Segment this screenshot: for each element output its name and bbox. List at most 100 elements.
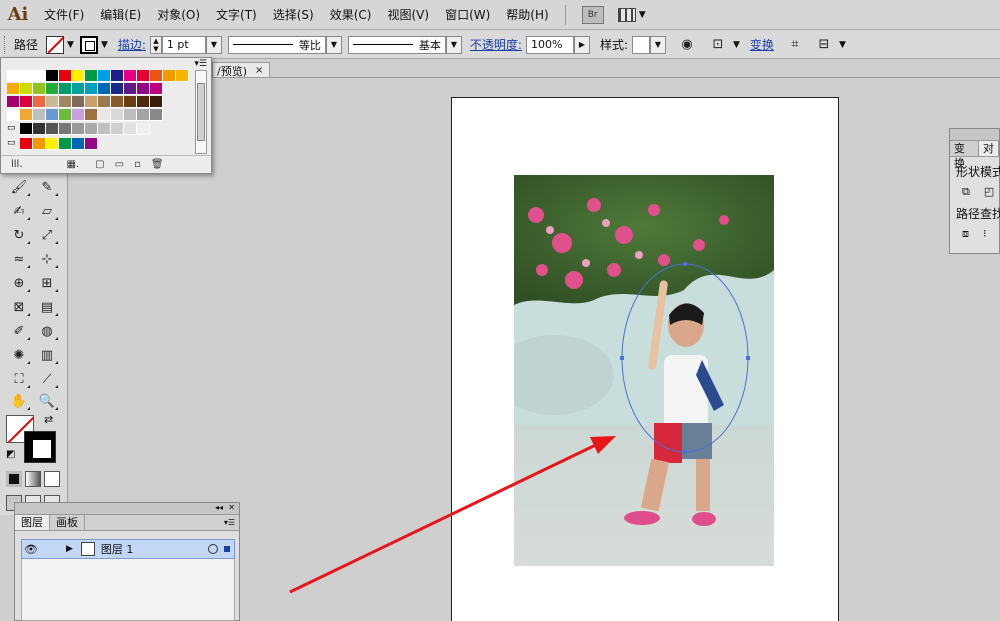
color-swatch[interactable] [98,83,111,95]
color-swatch[interactable] [124,96,137,108]
color-swatch[interactable] [150,70,163,82]
stroke-weight-dropdown[interactable]: ▼ [205,35,222,54]
free-transform-tool-icon[interactable]: ⊹ [36,249,58,269]
color-swatch[interactable] [59,96,72,108]
color-swatch[interactable] [33,96,46,108]
blend-tool-icon[interactable]: ◍ [36,321,58,341]
color-swatch[interactable] [7,83,20,95]
stroke-weight-input[interactable]: 1 pt [161,35,206,54]
brush-definition[interactable]: 基本 [347,35,446,54]
color-swatch[interactable] [46,70,59,82]
color-swatch[interactable] [85,70,98,82]
registration-swatch[interactable] [20,70,33,82]
color-swatch[interactable] [124,70,137,82]
color-swatch[interactable] [137,70,150,82]
layer-row[interactable]: 👁 ▶ 图层 1 [21,539,235,559]
color-swatch[interactable] [98,96,111,108]
color-swatch[interactable] [20,123,33,135]
color-swatch[interactable] [72,96,85,108]
color-swatch[interactable] [72,138,85,150]
tab-align[interactable]: 对 [979,141,999,156]
swatches-scrollbar[interactable] [195,70,207,154]
color-swatch[interactable] [150,83,163,95]
close-icon[interactable]: × [255,65,263,76]
color-swatch[interactable] [59,123,72,135]
swatch-options-icon[interactable]: ▢ [95,159,104,170]
stroke-link[interactable]: 描边: [118,36,146,53]
swap-fill-stroke-icon[interactable]: ⇄ [44,413,53,426]
menu-type[interactable]: 文字(T) [208,0,265,30]
panel-title-bar[interactable]: ◂◂ ✕ [15,503,239,515]
color-swatch[interactable] [85,96,98,108]
divide-icon[interactable]: ⧈ [962,227,969,241]
expand-triangle-icon[interactable]: ▶ [66,544,73,554]
color-swatch[interactable] [72,70,85,82]
scale-tool-icon[interactable]: ⤢ [36,225,58,245]
rotate-tool-icon[interactable]: ↻ [8,225,30,245]
stroke-swatch[interactable] [79,35,98,54]
zoom-tool-icon[interactable]: 🔍 [36,391,58,411]
color-swatch[interactable] [59,70,72,82]
menu-view[interactable]: 视图(V) [379,0,437,30]
isolate-selection-icon[interactable]: ⌗ [786,36,804,54]
show-swatch-kinds-icon[interactable]: ▦. [67,159,80,170]
color-swatch[interactable] [59,83,72,95]
default-colors-icon[interactable]: ◩ [6,449,15,460]
collapse-icon[interactable]: ◂◂ [215,503,223,512]
color-swatch[interactable] [176,70,189,82]
stroke-dropdown-icon[interactable]: ▼ [101,40,108,50]
color-swatch[interactable] [124,83,137,95]
color-swatch[interactable] [111,109,124,121]
color-swatch[interactable] [137,96,150,108]
color-swatch[interactable] [46,109,59,121]
new-swatch-icon[interactable]: ▫ [134,159,141,170]
color-swatch[interactable] [46,96,59,108]
color-swatch[interactable] [46,123,59,135]
arrange-documents-button[interactable]: ▼ [617,7,646,22]
opacity-input[interactable]: 100% [525,35,574,54]
menu-window[interactable]: 窗口(W) [437,0,498,30]
unite-icon[interactable]: ⧉ [962,185,970,199]
perspective-grid-tool-icon[interactable]: ⊞ [36,273,58,293]
swatch-libraries-icon[interactable]: lll. [11,159,23,170]
symbol-sprayer-tool-icon[interactable]: ✺ [8,345,30,365]
color-swatch[interactable] [33,109,46,121]
menu-help[interactable]: 帮助(H) [498,0,556,30]
color-swatch[interactable] [111,70,124,82]
color-swatch[interactable] [72,123,85,135]
blob-brush-tool-icon[interactable]: ✍ [8,201,30,221]
delete-swatch-icon[interactable]: 🗑 [151,159,164,170]
variable-width-dropdown[interactable]: ▼ [325,35,342,54]
shape-builder-tool-icon[interactable]: ⊕ [8,273,30,293]
eraser-tool-icon[interactable]: ▱ [36,201,58,221]
color-swatch[interactable] [85,123,98,135]
tab-artboards[interactable]: 画板 [50,515,85,530]
color-swatch[interactable] [98,70,111,82]
eyedropper-tool-icon[interactable]: ✐ [8,321,30,341]
selection-indicator[interactable] [224,546,230,552]
pencil-tool-icon[interactable]: ✎ [36,177,58,197]
menu-select[interactable]: 选择(S) [265,0,322,30]
align-to-icon[interactable]: ⊡ [709,36,727,54]
color-swatch[interactable] [7,109,20,121]
color-swatch[interactable] [137,109,150,121]
gradient-mode-icon[interactable] [25,471,41,487]
stroke-weight-stepper[interactable]: ▲ ▼ [149,35,162,54]
panel-menu-icon[interactable]: ▾☰ [224,518,235,527]
swatch-group-folder[interactable]: ▭ [7,138,19,148]
menu-effect[interactable]: 效果(C) [322,0,380,30]
minus-front-icon[interactable]: ◰ [984,185,994,199]
color-swatch[interactable] [33,138,46,150]
panel-title-bar[interactable] [950,129,999,141]
transform-link[interactable]: 变换 [750,36,774,53]
panel-options-icon[interactable]: ⊟ [815,36,833,54]
panel-menu-icon[interactable]: ▾☰ [194,59,207,69]
color-swatch[interactable] [150,109,163,121]
graphic-style-dropdown[interactable]: ▼ [650,35,666,54]
opacity-dropdown[interactable]: ▶ [573,35,590,54]
swatch-group-folder[interactable]: ▭ [7,123,19,133]
color-swatch[interactable] [150,96,163,108]
color-mode-icon[interactable] [6,471,22,487]
column-graph-tool-icon[interactable]: ▥ [36,345,58,365]
color-swatch[interactable] [46,138,59,150]
